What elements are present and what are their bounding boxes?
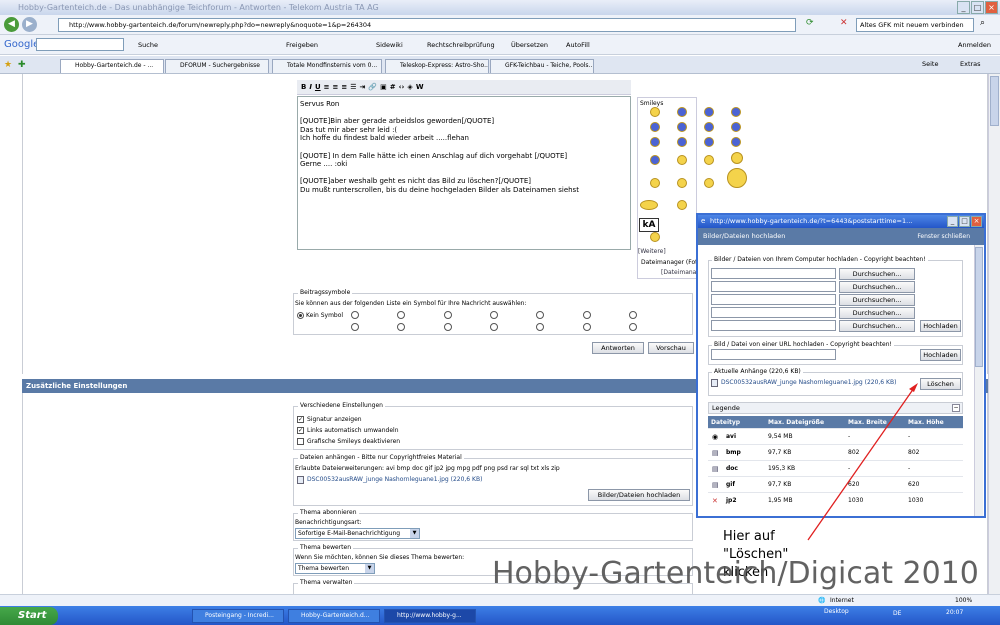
zoom-label[interactable]: 100% [955,597,972,604]
taskbar [0,606,1000,625]
desktop-label[interactable]: Desktop [824,608,849,615]
taskbar-item-mail[interactable]: Posteingang - Incredi... [192,609,284,623]
globe-icon: 🌐 [818,597,826,604]
zone-label: Internet [830,597,854,604]
language-indicator[interactable]: DE [893,610,901,617]
annotation-arrow [807,383,918,541]
taskbar-item-popup[interactable]: http://www.hobby-g... [384,609,476,623]
watermark: Hobby-Gartenteich/Digicat 2010 [492,556,979,591]
taskbar-item-forum[interactable]: Hobby-Gartenteich.d... [288,609,380,623]
annotation-line: Hier auf [723,529,775,544]
status-bar: 🌐 Internet 100% [0,594,1000,606]
start-button[interactable]: Start [0,607,58,625]
clock: 20:07 [946,609,964,616]
